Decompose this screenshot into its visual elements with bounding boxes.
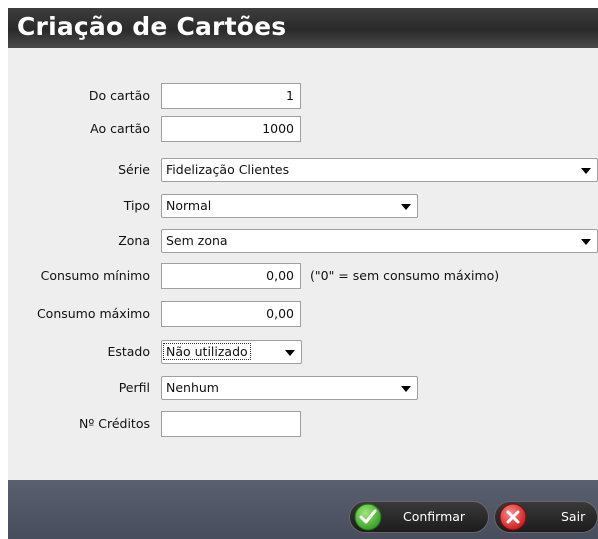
close-icon (499, 503, 527, 531)
dialog-window: Criação de Cartões Do cartão 1 Ao cartão… (8, 8, 598, 539)
serie-select[interactable]: Fidelização Clientes (161, 158, 598, 182)
label-consumo-maximo: Consumo máximo (36, 306, 150, 321)
do-cartao-input[interactable]: 1 (161, 83, 301, 109)
estado-value: Não utilizado (163, 343, 251, 360)
label-n-creditos: Nº Créditos (79, 416, 150, 431)
label-do-cartao: Do cartão (88, 88, 150, 103)
exit-button[interactable]: Sair (494, 501, 598, 533)
zona-select[interactable]: Sem zona (161, 229, 598, 253)
chevron-down-icon (401, 204, 411, 210)
consumo-minimo-input[interactable]: 0,00 (161, 263, 301, 289)
label-estado: Estado (107, 344, 150, 359)
tipo-select[interactable]: Normal (161, 194, 418, 218)
chevron-down-icon (581, 239, 591, 245)
action-bar: Confirmar Sair (8, 480, 598, 539)
perfil-select[interactable]: Nenhum (161, 376, 418, 400)
perfil-value: Nenhum (166, 380, 219, 395)
label-ao-cartao: Ao cartão (90, 121, 150, 136)
check-icon (354, 503, 382, 531)
ao-cartao-input[interactable]: 1000 (161, 116, 301, 142)
label-perfil: Perfil (118, 380, 150, 395)
consumo-hint: ("0" = sem consumo máximo) (310, 268, 500, 283)
tipo-value: Normal (166, 198, 212, 213)
exit-label: Sair (561, 509, 586, 524)
confirm-label: Confirmar (403, 509, 466, 524)
label-zona: Zona (118, 233, 150, 248)
n-creditos-input[interactable] (161, 411, 301, 437)
estado-select[interactable]: Não utilizado (161, 340, 302, 364)
label-serie: Série (118, 162, 150, 177)
window-title: Criação de Cartões (17, 12, 287, 41)
chevron-down-icon (401, 386, 411, 392)
title-bar: Criação de Cartões (8, 8, 598, 48)
label-tipo: Tipo (123, 198, 150, 213)
serie-value: Fidelização Clientes (166, 162, 290, 177)
confirm-button[interactable]: Confirmar (349, 501, 489, 533)
label-consumo-minimo: Consumo mínimo (40, 268, 150, 283)
chevron-down-icon (285, 350, 295, 356)
chevron-down-icon (581, 168, 591, 174)
consumo-maximo-input[interactable]: 0,00 (161, 301, 301, 327)
zona-value: Sem zona (166, 233, 228, 248)
